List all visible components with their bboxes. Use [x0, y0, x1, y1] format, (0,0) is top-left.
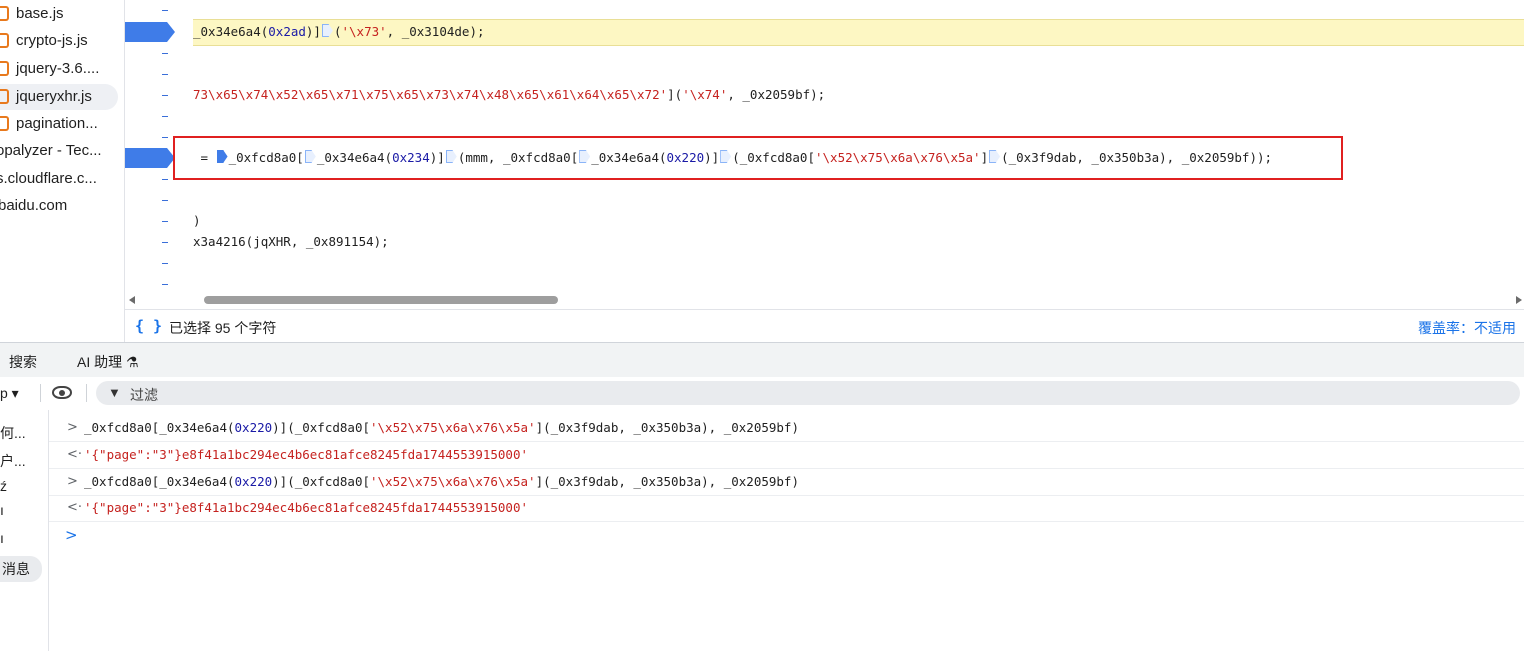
result-arrow-icon: <· — [67, 447, 83, 462]
file-icon — [0, 6, 9, 21]
file-tree-item[interactable]: crypto-js.js — [0, 28, 124, 54]
scroll-left-icon[interactable] — [129, 296, 135, 304]
file-tree-item-label: s.cloudflare.c... — [0, 170, 97, 187]
eye-icon[interactable] — [52, 386, 72, 399]
breakpoint-marker[interactable] — [125, 22, 175, 42]
gutter-dash — [162, 53, 168, 54]
console-entry-input[interactable]: > _0xfcd8a0[_0x34e6a4(0x220)](_0xfcd8a0[… — [49, 469, 1524, 496]
file-icon — [0, 116, 9, 131]
gutter-dash — [162, 116, 168, 117]
file-tree-item-label: jqueryxhr.js — [16, 88, 92, 105]
filter-input[interactable]: ▼ 过滤 — [96, 381, 1520, 405]
toolbar-divider — [86, 384, 87, 402]
toolbar-divider — [40, 384, 41, 402]
selection-info: 已选择 95 个字符 — [169, 320, 277, 336]
file-icon — [0, 61, 9, 76]
gutter-dash — [162, 95, 168, 96]
code-line[interactable]: _0x34e6a4(0x2ad)] ('\x73', _0x3104de); — [193, 23, 485, 41]
inline-breakpoint-icon[interactable] — [321, 24, 333, 37]
code-line[interactable]: ) — [193, 212, 201, 230]
console-entry-output[interactable]: <· '{"page":"3"}e8f41a1bc294ec4b6ec81afc… — [49, 442, 1524, 469]
filter-icon: ▼ — [108, 385, 121, 400]
gutter-dash — [162, 10, 168, 11]
console-sidebar-item[interactable]: 何... — [0, 423, 26, 443]
editor-status-bar: { } 已选择 95 个字符 覆盖率：不适用 — [125, 309, 1524, 343]
tab-search[interactable]: 搜索 — [9, 352, 37, 372]
file-tree-item[interactable]: pagination... — [0, 111, 124, 137]
gutter-dash — [162, 74, 168, 75]
file-icon — [0, 89, 9, 104]
gutter-dash — [162, 242, 168, 243]
selection-highlight-box — [173, 136, 1343, 180]
console-sidebar-item-messages[interactable]: 消息 — [0, 556, 42, 582]
file-tree-item-label: opalyzer - Tec... — [0, 142, 102, 159]
file-tree-item[interactable]: base.js — [0, 1, 124, 27]
console-sidebar-item[interactable]: ı — [0, 530, 4, 546]
scrollbar-thumb[interactable] — [204, 296, 558, 304]
context-selector[interactable]: p ▾ — [0, 385, 19, 402]
file-tree-item-label: crypto-js.js — [16, 32, 88, 49]
console-entry-input[interactable]: > _0xfcd8a0[_0x34e6a4(0x220)](_0xfcd8a0[… — [49, 415, 1524, 442]
gutter-dash — [162, 200, 168, 201]
pretty-print-icon[interactable]: { } — [135, 317, 162, 335]
file-tree-item-label: jquery-3.6.... — [16, 60, 100, 77]
result-arrow-icon: <· — [67, 500, 83, 515]
console-entry-output[interactable]: <· '{"page":"3"}e8f41a1bc294ec4b6ec81afc… — [49, 495, 1524, 522]
console-output[interactable]: > _0xfcd8a0[_0x34e6a4(0x220)](_0xfcd8a0[… — [49, 410, 1524, 651]
console-sidebar-item[interactable]: 户... — [0, 451, 26, 471]
breakpoint-marker[interactable] — [125, 148, 175, 168]
file-tree-item-selected[interactable]: jqueryxhr.js — [0, 84, 118, 110]
console-sidebar: 何... 户... ź ı ı 消息 — [0, 410, 49, 651]
file-tree: base.js crypto-js.js jquery-3.6.... jque… — [0, 0, 125, 342]
file-icon — [0, 33, 9, 48]
file-tree-domain[interactable]: s.cloudflare.c... — [0, 166, 97, 192]
file-tree-item-label: baidu.com — [0, 197, 68, 214]
gutter-dash — [162, 284, 168, 285]
coverage-link[interactable]: 覆盖率：不适用 — [1418, 318, 1516, 338]
file-tree-domain[interactable]: opalyzer - Tec... — [0, 138, 102, 164]
expand-chevron-icon[interactable]: > — [67, 420, 78, 435]
console-toolbar: p ▾ ▼ 过滤 — [0, 377, 1524, 411]
filter-placeholder: 过滤 — [130, 387, 158, 403]
file-tree-item[interactable]: jquery-3.6.... — [0, 56, 124, 82]
file-tree-item-label: pagination... — [16, 115, 98, 132]
file-tree-item-label: base.js — [16, 5, 64, 22]
console-prompt-icon[interactable]: > — [65, 526, 78, 544]
code-line[interactable]: 73\x65\x74\x52\x65\x71\x75\x65\x73\x74\x… — [193, 86, 825, 104]
horizontal-scrollbar[interactable] — [125, 292, 1524, 308]
drawer-tab-bar: 搜索 AI 助理 ⚗ — [0, 342, 1524, 379]
gutter-dash — [162, 221, 168, 222]
gutter-dash — [162, 263, 168, 264]
code-editor[interactable]: _0x34e6a4(0x2ad)] ('\x73', _0x3104de); 73… — [125, 0, 1524, 309]
expand-chevron-icon[interactable]: > — [67, 474, 78, 489]
scroll-right-icon[interactable] — [1516, 296, 1522, 304]
gutter-dash — [162, 179, 168, 180]
console-sidebar-item[interactable]: ź — [0, 478, 7, 494]
file-tree-domain[interactable]: baidu.com — [0, 193, 67, 219]
gutter-dash — [162, 137, 168, 138]
console-sidebar-item[interactable]: ı — [0, 502, 4, 518]
tab-ai-assistant[interactable]: AI 助理 ⚗ — [77, 352, 139, 372]
code-line[interactable]: x3a4216(jqXHR, _0x891154); — [193, 233, 389, 251]
